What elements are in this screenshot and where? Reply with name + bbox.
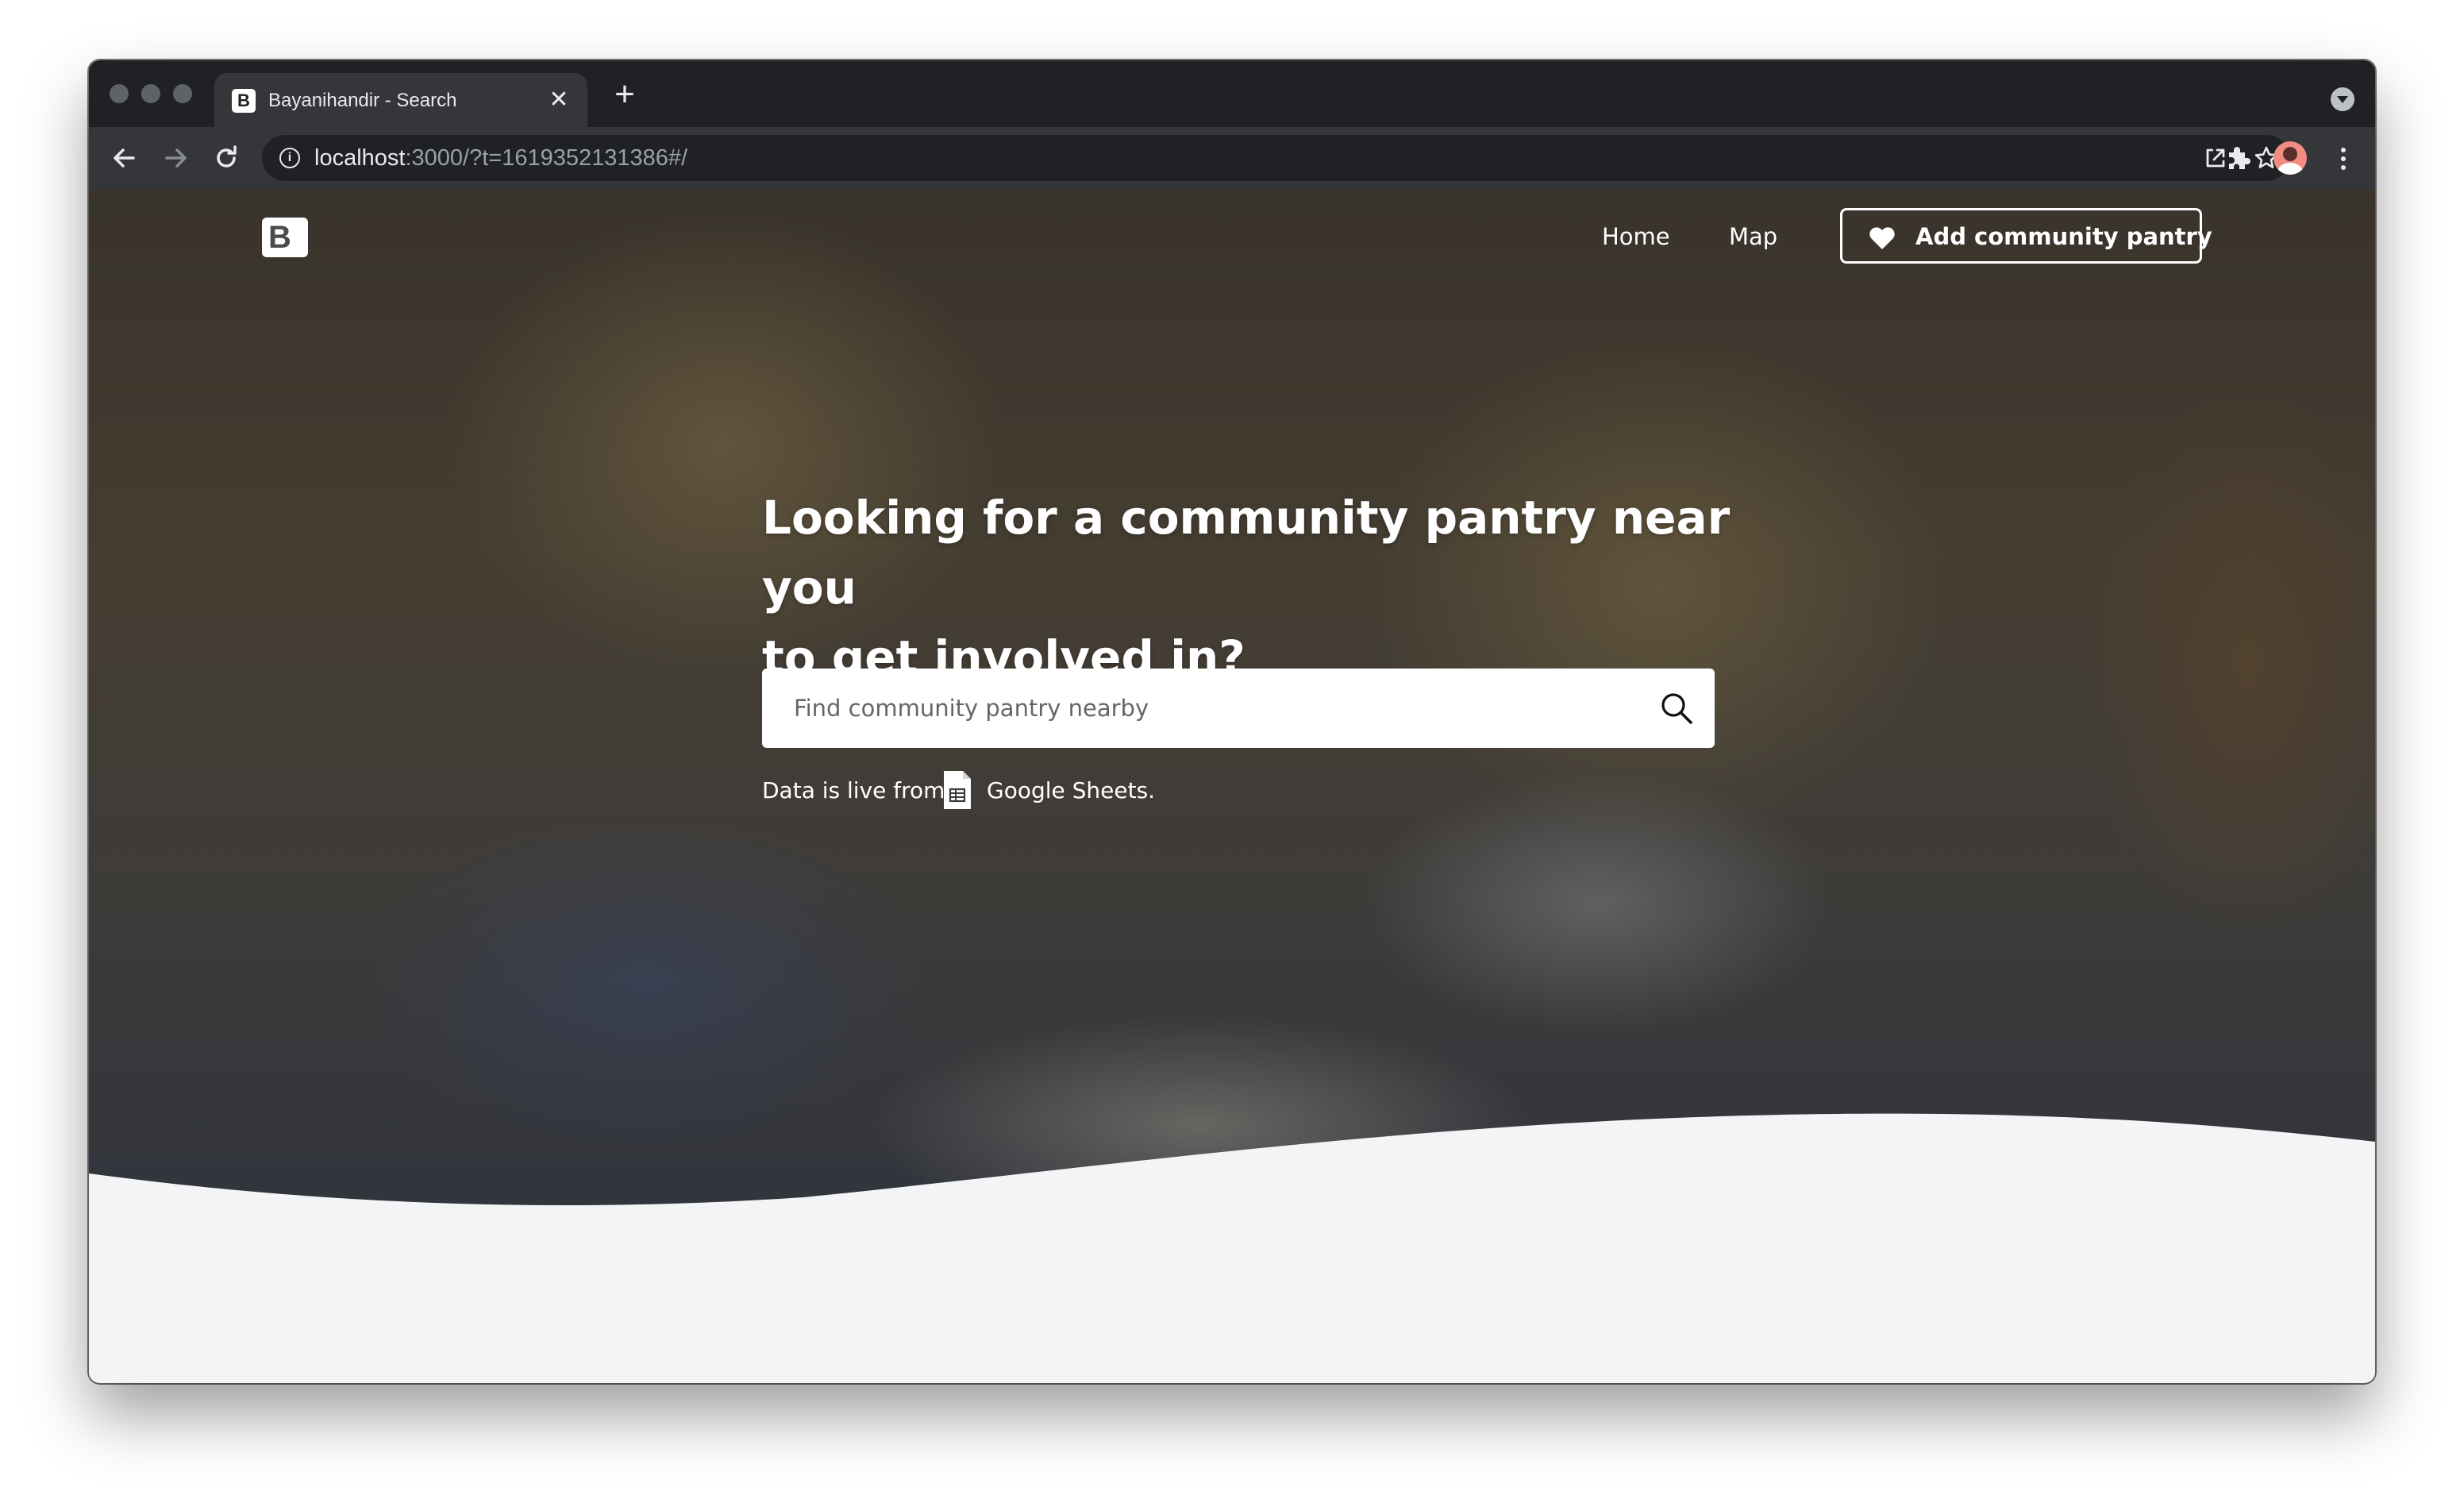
url-path: :3000/?t=1619352131386#/	[405, 145, 688, 171]
minimize-window-dot[interactable]	[141, 84, 160, 103]
info-icon[interactable]: i	[279, 148, 300, 168]
maximize-window-dot[interactable]	[173, 84, 192, 103]
add-community-pantry-label: Add community pantry	[1915, 223, 2212, 250]
nav-home-link[interactable]: Home	[1602, 221, 1670, 252]
hero-headline: Looking for a community pantry near you …	[762, 483, 1731, 692]
google-sheets-icon	[944, 771, 971, 809]
new-tab-button[interactable]: +	[605, 75, 645, 114]
search-icon[interactable]	[1659, 691, 1694, 726]
google-sheets-link[interactable]: Google Sheets.	[987, 767, 1155, 815]
add-community-pantry-button[interactable]: Add community pantry	[1840, 208, 2212, 264]
address-bar[interactable]: i localhost:3000/?t=1619352131386#/	[262, 135, 2289, 181]
nav-map-link[interactable]: Map	[1729, 221, 1777, 252]
heart-icon	[1869, 227, 1895, 249]
url-text[interactable]: localhost:3000/?t=1619352131386#/	[314, 145, 687, 171]
browser-tab[interactable]: B Bayanihandir - Search ✕	[214, 73, 587, 127]
tab-search-icon[interactable]	[2331, 87, 2354, 111]
pantry-search-input[interactable]	[762, 669, 1635, 748]
url-host: localhost	[314, 145, 406, 171]
wave-divider	[89, 1113, 2375, 1383]
tab-close-icon[interactable]: ✕	[545, 86, 573, 114]
arrow-right-icon[interactable]	[156, 138, 195, 178]
browser-toolbar: i localhost:3000/?t=1619352131386#/	[89, 127, 2375, 189]
close-window-dot[interactable]	[110, 84, 129, 103]
hero-headline-line-1: Looking for a community pantry near you	[762, 491, 1731, 615]
pantry-search-box	[762, 669, 1715, 748]
tab-favicon: B	[232, 89, 256, 113]
browser-window: B Bayanihandir - Search ✕ + i localhost:…	[89, 60, 2375, 1383]
reload-icon[interactable]	[206, 138, 246, 178]
puzzle-icon[interactable]	[2223, 143, 2253, 173]
site-logo[interactable]: B	[262, 218, 308, 257]
live-data-prefix: Data is live from	[762, 777, 945, 803]
more-vertical-icon[interactable]	[2331, 145, 2354, 173]
tab-strip: B Bayanihandir - Search ✕ +	[89, 60, 2375, 127]
arrow-left-icon[interactable]	[105, 138, 144, 178]
tab-title: Bayanihandir - Search	[268, 90, 457, 111]
page-viewport: B Home Map Add community pantry Looking …	[89, 189, 2375, 1383]
profile-avatar[interactable]	[2273, 141, 2307, 175]
